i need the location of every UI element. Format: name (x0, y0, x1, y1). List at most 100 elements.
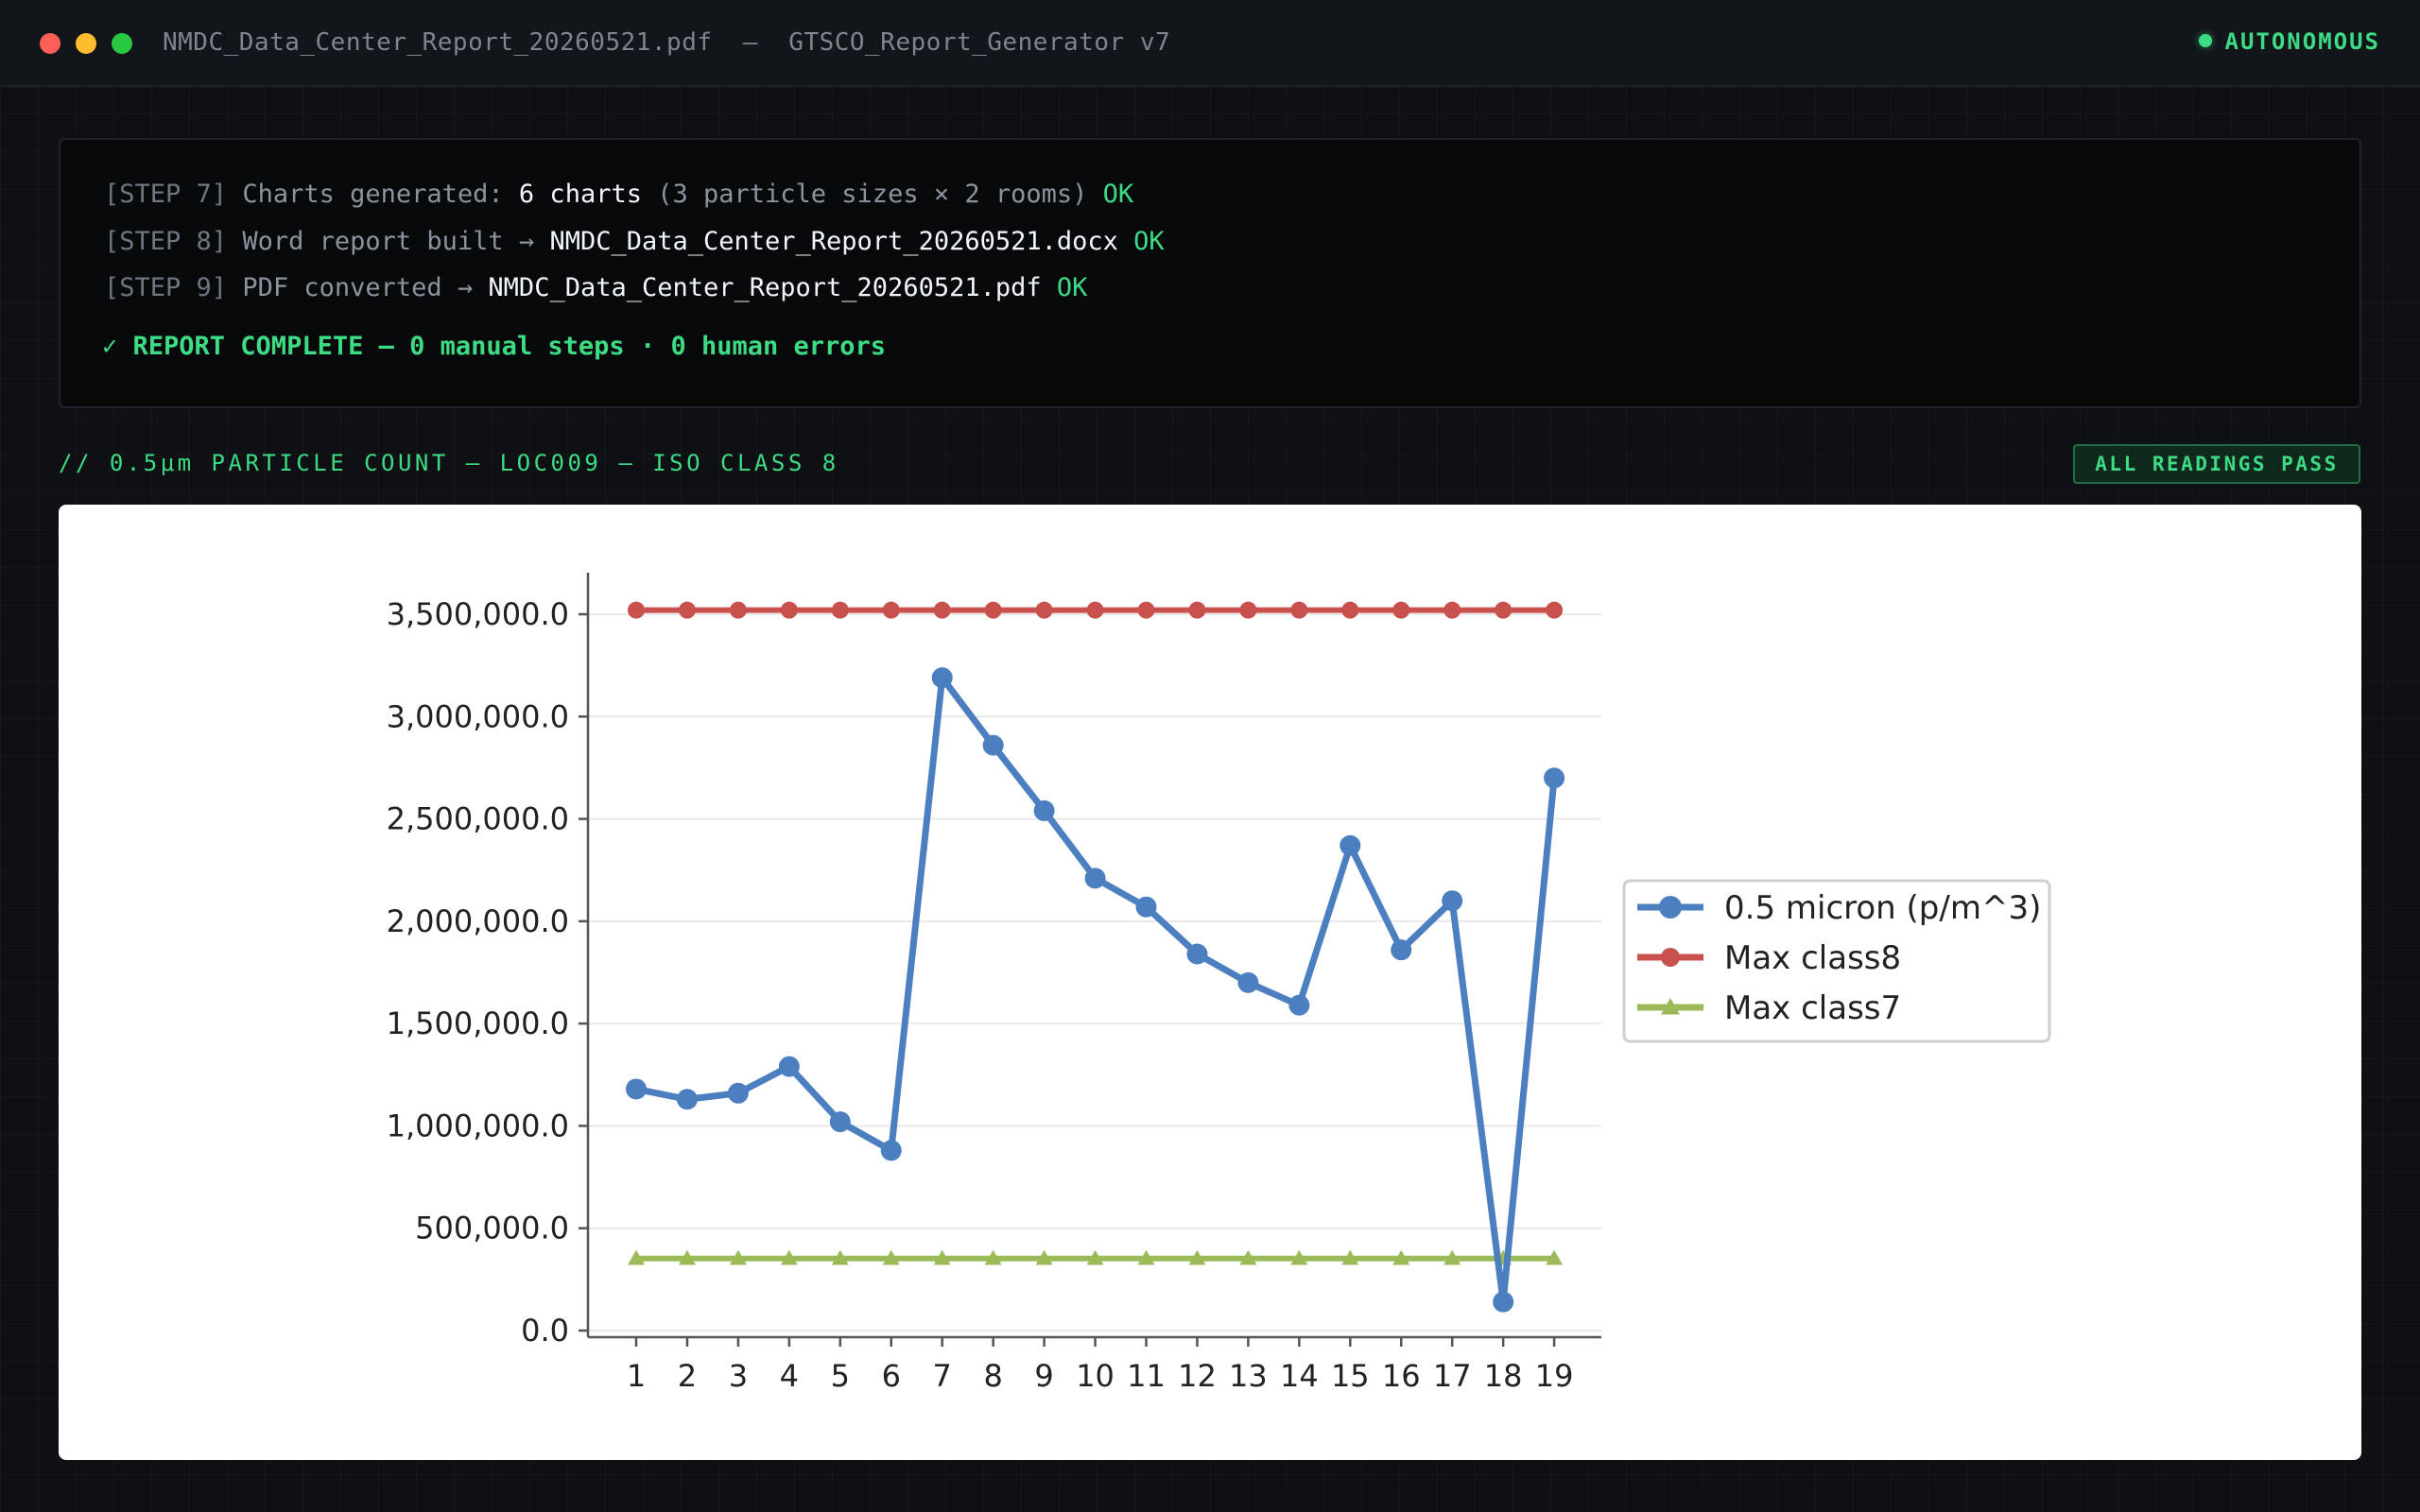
step-label: [STEP 8] (104, 227, 228, 256)
data-point-marker (1035, 601, 1053, 619)
minimize-window-button[interactable] (76, 33, 96, 54)
y-tick-label: 3,500,000.0 (387, 596, 569, 632)
data-point-marker (676, 1089, 698, 1110)
chart-section-title: // 0.5μm PARTICLE COUNT — LOC009 — ISO C… (59, 450, 839, 476)
data-point-marker (1188, 601, 1206, 619)
data-point-marker (882, 601, 900, 619)
title-bar: NMDC_Data_Center_Report_20260521.pdf — G… (0, 0, 2420, 87)
data-point-marker (1495, 601, 1512, 619)
data-point-marker (1290, 601, 1308, 619)
data-point-marker (729, 601, 747, 619)
report-complete-message: ✓ REPORT COMPLETE — 0 manual steps · 0 h… (102, 332, 887, 361)
x-tick-label: 19 (1535, 1358, 1574, 1394)
close-window-button[interactable] (40, 33, 60, 54)
data-point-marker (1544, 767, 1565, 789)
ok-status: OK (1133, 227, 1165, 256)
data-point-marker (780, 601, 798, 619)
status-indicator: AUTONOMOUS (2198, 28, 2381, 55)
step-label: [STEP 7] (104, 180, 228, 209)
x-tick-label: 1 (627, 1358, 646, 1394)
step-label: [STEP 9] (104, 273, 228, 302)
data-point-marker (1341, 601, 1359, 619)
series-line-particle-count (635, 674, 1558, 1306)
data-point-marker (831, 601, 849, 619)
y-tick-label: 500,000.0 (415, 1211, 569, 1246)
legend-label: Max class8 (1724, 939, 1901, 977)
x-tick-label: 17 (1433, 1358, 1472, 1394)
pdf-filename: NMDC_Data_Center_Report_20260521.pdf (488, 273, 1042, 302)
y-tick-label: 1,000,000.0 (387, 1108, 569, 1143)
data-point-marker (984, 601, 1002, 619)
y-tick-label: 1,500,000.0 (387, 1005, 569, 1041)
data-point-marker (1237, 971, 1259, 993)
data-point-marker (931, 667, 953, 689)
data-point-marker (1340, 834, 1361, 856)
x-tick-label: 7 (933, 1358, 952, 1394)
data-point-marker (880, 1140, 902, 1161)
data-point-marker (1137, 601, 1155, 619)
pass-badge: ALL READINGS PASS (2073, 444, 2360, 484)
status-label: AUTONOMOUS (2224, 28, 2380, 55)
y-tick-label: 2,000,000.0 (387, 903, 569, 939)
data-point-marker (678, 601, 696, 619)
log-text: PDF converted → (242, 273, 474, 302)
x-tick-label: 15 (1331, 1358, 1370, 1394)
maximize-window-button[interactable] (112, 33, 132, 54)
log-highlight: 6 charts (518, 180, 642, 209)
legend-label: Max class7 (1724, 989, 1901, 1027)
log-line-step-9: [STEP 9] PDF converted → NMDC_Data_Cente… (104, 273, 1087, 302)
x-tick-label: 10 (1076, 1358, 1115, 1394)
data-point-marker (1135, 896, 1157, 918)
y-tick-label: 2,500,000.0 (387, 801, 569, 837)
log-text: Word report built → (242, 227, 535, 256)
log-line-step-7: [STEP 7] Charts generated: 6 charts (3 p… (104, 180, 1133, 209)
log-text: Charts generated: (242, 180, 504, 209)
data-point-marker (628, 601, 645, 619)
terminal-log: [STEP 7] Charts generated: 6 charts (3 p… (59, 138, 2361, 408)
particle-count-chart: 0.0 500,000.0 1,000,000.0 1,500,000.0 2,000,… (387, 573, 2051, 1394)
data-point-marker (982, 734, 1004, 756)
y-tick-label: 3,000,000.0 (387, 698, 569, 734)
data-point-marker (1443, 601, 1461, 619)
x-tick-label: 18 (1484, 1358, 1523, 1394)
data-point-marker (1442, 890, 1463, 912)
window-title: NMDC_Data_Center_Report_20260521.pdf — G… (163, 28, 1171, 57)
data-point-marker (778, 1056, 800, 1077)
data-point-marker (727, 1082, 749, 1104)
data-point-marker (1546, 601, 1564, 619)
x-tick-label: 9 (1034, 1358, 1053, 1394)
status-dot-icon (2198, 34, 2212, 47)
x-tick-label: 5 (831, 1358, 850, 1394)
data-point-marker (1033, 799, 1055, 821)
legend-label: 0.5 micron (p/m^3) (1724, 889, 2041, 927)
data-point-marker (626, 1078, 647, 1100)
legend-marker (1659, 896, 1682, 919)
log-text: (3 particle sizes × 2 rooms) (657, 180, 1088, 209)
data-point-marker (1084, 868, 1106, 889)
x-tick-label: 3 (729, 1358, 748, 1394)
data-point-marker (1391, 939, 1412, 961)
x-tick-label: 12 (1178, 1358, 1217, 1394)
data-point-marker (1392, 601, 1410, 619)
data-point-marker (1086, 601, 1104, 619)
data-point-marker (1239, 601, 1257, 619)
y-tick-label: 0.0 (521, 1313, 569, 1349)
ok-status: OK (1056, 273, 1088, 302)
legend-marker (1661, 948, 1680, 967)
data-point-marker (1288, 994, 1310, 1016)
x-tick-label: 2 (678, 1358, 697, 1394)
chart-panel: 0.0 500,000.0 1,000,000.0 1,500,000.0 2,000,… (59, 505, 2361, 1460)
log-line-step-8: [STEP 8] Word report built → NMDC_Data_C… (104, 227, 1165, 256)
x-tick-label: 13 (1229, 1358, 1268, 1394)
x-tick-label: 6 (882, 1358, 901, 1394)
x-tick-label: 11 (1127, 1358, 1166, 1394)
data-point-marker (933, 601, 951, 619)
x-tick-label: 4 (780, 1358, 799, 1394)
x-tick-label: 8 (983, 1358, 1002, 1394)
x-tick-label: 14 (1280, 1358, 1319, 1394)
ok-status: OK (1102, 180, 1134, 209)
docx-filename: NMDC_Data_Center_Report_20260521.docx (549, 227, 1118, 256)
data-point-marker (1493, 1291, 1514, 1313)
data-point-marker (1186, 943, 1208, 965)
data-point-marker (829, 1111, 851, 1133)
